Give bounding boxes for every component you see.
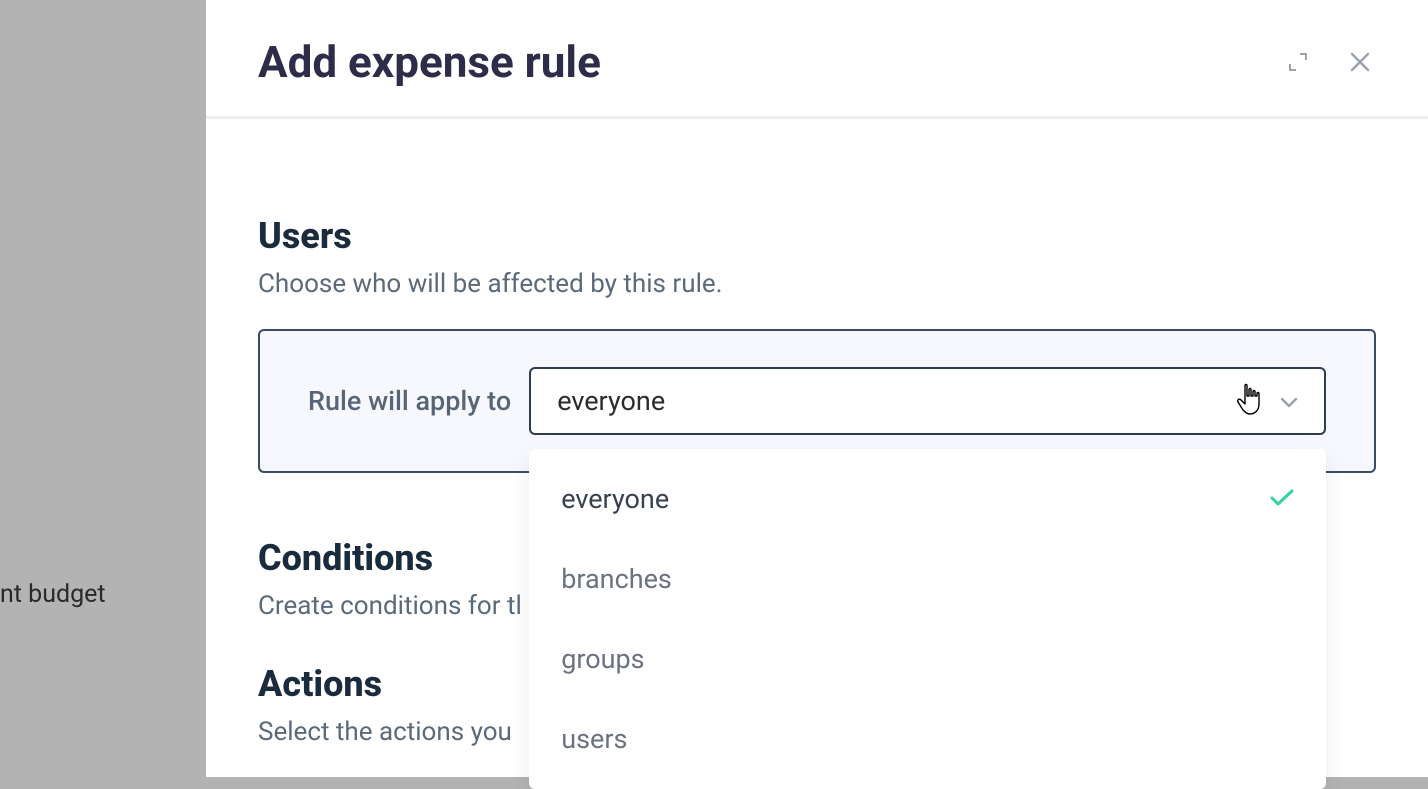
dropdown-option-label: users: [561, 723, 627, 755]
rule-apply-select-wrap: everyone everyone: [529, 367, 1326, 435]
dropdown-option-groups[interactable]: groups: [529, 619, 1326, 699]
dropdown-option-branches[interactable]: branches: [529, 539, 1326, 619]
dropdown-option-label: groups: [561, 643, 644, 675]
close-icon[interactable]: [1344, 46, 1376, 78]
sidebar-item-label[interactable]: nt budget: [0, 580, 106, 609]
users-section: Users Choose who will be affected by thi…: [258, 215, 1376, 473]
header-controls: [1282, 46, 1376, 78]
rule-apply-box: Rule will apply to everyone everyone: [258, 329, 1376, 473]
rule-apply-selected-value: everyone: [557, 385, 665, 417]
modal-body: Users Choose who will be affected by thi…: [206, 119, 1428, 747]
expand-icon[interactable]: [1282, 46, 1314, 78]
dropdown-option-users[interactable]: users: [529, 699, 1326, 779]
rule-apply-label: Rule will apply to: [308, 385, 511, 417]
dropdown-option-everyone[interactable]: everyone: [529, 459, 1326, 539]
rule-apply-dropdown: everyone branches groups: [529, 449, 1326, 789]
chevron-down-icon: [1280, 389, 1298, 414]
dropdown-option-label: everyone: [561, 483, 669, 515]
check-icon: [1270, 484, 1294, 514]
users-heading: Users: [258, 215, 1376, 257]
add-expense-rule-modal: Add expense rule Users Choose who will b…: [206, 0, 1428, 777]
sidebar-fragment: nt budget: [0, 0, 204, 777]
users-subtext: Choose who will be affected by this rule…: [258, 269, 1376, 299]
rule-apply-select[interactable]: everyone: [529, 367, 1326, 435]
modal-title: Add expense rule: [258, 36, 601, 88]
modal-header: Add expense rule: [206, 0, 1428, 119]
dropdown-option-label: branches: [561, 563, 672, 595]
